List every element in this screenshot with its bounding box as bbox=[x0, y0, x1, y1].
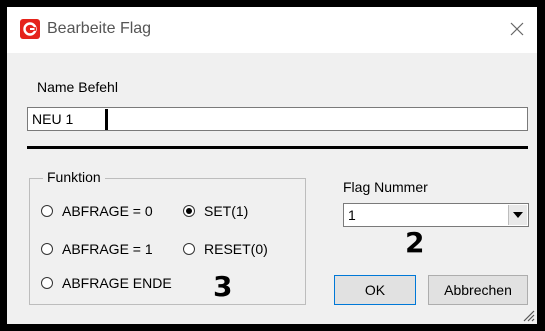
ok-button[interactable]: OK bbox=[334, 275, 416, 305]
resize-grip-icon[interactable] bbox=[521, 308, 535, 322]
flag-number-select[interactable]: 1 bbox=[343, 203, 529, 227]
flag-number-label: Flag Nummer bbox=[343, 179, 428, 195]
radio-abfrage-1[interactable]: ABFRAGE = 1 bbox=[41, 241, 153, 257]
dropdown-arrow-icon[interactable] bbox=[508, 205, 527, 225]
name-input[interactable] bbox=[27, 107, 528, 131]
radio-button-unselected[interactable] bbox=[41, 277, 53, 289]
separator-line bbox=[27, 146, 528, 149]
radio-button-unselected[interactable] bbox=[41, 243, 53, 255]
radio-set-1[interactable]: SET(1) bbox=[183, 203, 248, 219]
radio-dot bbox=[186, 208, 192, 214]
annotation-number: 2 bbox=[405, 226, 425, 259]
radio-abfrage-ende[interactable]: ABFRAGE ENDE bbox=[41, 275, 172, 291]
radio-label: ABFRAGE = 1 bbox=[62, 241, 153, 257]
radio-reset-0[interactable]: RESET(0) bbox=[183, 241, 268, 257]
radio-label: SET(1) bbox=[204, 203, 249, 219]
radio-label: RESET(0) bbox=[204, 241, 268, 257]
cancel-button[interactable]: Abbrechen bbox=[428, 275, 528, 305]
annotation-number: 3 bbox=[213, 270, 233, 303]
flag-number-value: 1 bbox=[348, 207, 356, 223]
edit-flag-dialog: Bearbeite Flag Name Befehl Funktion ABFR… bbox=[7, 7, 537, 324]
radio-button-unselected[interactable] bbox=[183, 243, 195, 255]
radio-abfrage-0[interactable]: ABFRAGE = 0 bbox=[41, 203, 153, 219]
app-logo-icon bbox=[20, 19, 40, 39]
text-caret bbox=[105, 109, 108, 130]
close-icon[interactable] bbox=[505, 17, 529, 41]
radio-button-selected[interactable] bbox=[183, 205, 195, 217]
radio-label: ABFRAGE ENDE bbox=[62, 275, 172, 291]
name-field-label: Name Befehl bbox=[37, 79, 118, 95]
radio-label: ABFRAGE = 0 bbox=[62, 203, 153, 219]
window-title: Bearbeite Flag bbox=[47, 20, 152, 37]
radio-button-unselected[interactable] bbox=[41, 205, 53, 217]
title-bar: Bearbeite Flag bbox=[7, 7, 537, 53]
funktion-legend: Funktion bbox=[43, 169, 105, 185]
